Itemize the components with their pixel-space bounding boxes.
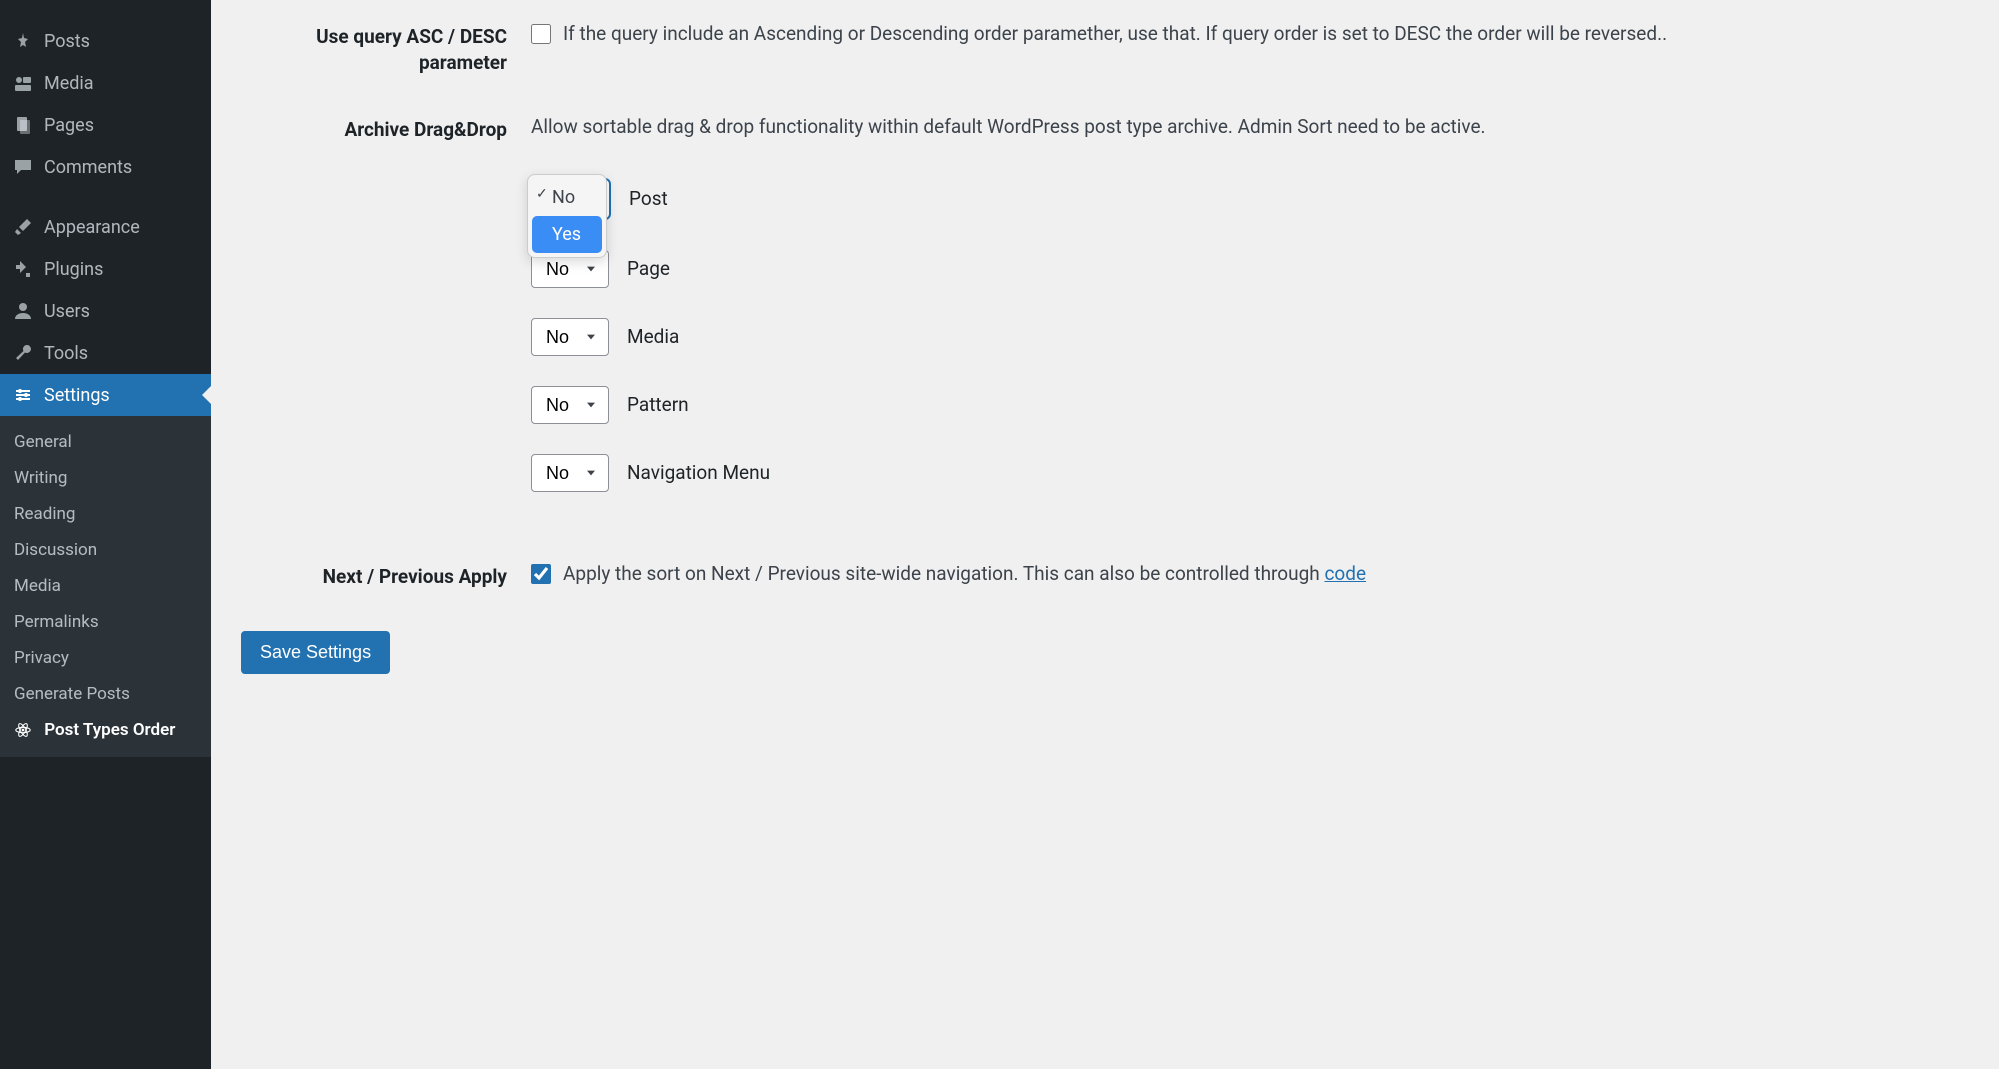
select-post-options: No Yes bbox=[527, 174, 607, 258]
desc-archive: Allow sortable drag & drop functionality… bbox=[531, 113, 1969, 142]
checkbox-query-param[interactable] bbox=[531, 24, 551, 44]
menu-label: Settings bbox=[44, 385, 110, 406]
submenu-writing[interactable]: Writing bbox=[0, 460, 211, 496]
plugin-icon bbox=[12, 258, 34, 280]
media-icon bbox=[12, 72, 34, 94]
menu-label: Media bbox=[44, 73, 94, 94]
label-next-prev: Next / Previous Apply bbox=[241, 560, 531, 590]
submenu-reading[interactable]: Reading bbox=[0, 496, 211, 532]
option-yes[interactable]: Yes bbox=[532, 216, 602, 253]
comment-icon bbox=[12, 156, 34, 178]
menu-label: Pages bbox=[44, 115, 94, 136]
atom-icon bbox=[14, 721, 34, 741]
row-next-prev: Next / Previous Apply Apply the sort on … bbox=[241, 560, 1969, 590]
settings-submenu: General Writing Reading Discussion Media… bbox=[0, 416, 211, 757]
page-icon bbox=[12, 114, 34, 136]
wrench-icon bbox=[12, 342, 34, 364]
desc-next-prev: Apply the sort on Next / Previous site-w… bbox=[563, 560, 1969, 589]
submenu-permalinks[interactable]: Permalinks bbox=[0, 604, 211, 640]
brush-icon bbox=[12, 216, 34, 238]
archive-item-media: No Media bbox=[531, 318, 1969, 356]
menu-appearance[interactable]: Appearance bbox=[0, 206, 211, 248]
select-pattern[interactable]: No bbox=[531, 386, 609, 424]
admin-sidebar: Posts Media Pages Comments Appearance Pl… bbox=[0, 0, 211, 1069]
menu-posts[interactable]: Posts bbox=[0, 20, 211, 62]
label-post: Post bbox=[629, 185, 668, 214]
row-query-param: Use query ASC / DESC parameter If the qu… bbox=[241, 20, 1969, 75]
menu-settings[interactable]: Settings bbox=[0, 374, 211, 416]
menu-plugins[interactable]: Plugins bbox=[0, 248, 211, 290]
menu-label: Comments bbox=[44, 157, 132, 178]
user-icon bbox=[12, 300, 34, 322]
menu-tools[interactable]: Tools bbox=[0, 332, 211, 374]
archive-item-navmenu: No Navigation Menu bbox=[531, 454, 1969, 492]
label-page: Page bbox=[627, 255, 670, 284]
archive-item-page: No Page bbox=[531, 250, 1969, 288]
settings-icon bbox=[12, 384, 34, 406]
main-content: Use query ASC / DESC parameter If the qu… bbox=[211, 0, 1999, 1069]
menu-label: Posts bbox=[44, 31, 90, 52]
option-no[interactable]: No bbox=[532, 179, 602, 216]
pin-icon bbox=[12, 30, 34, 52]
menu-label: Users bbox=[44, 301, 90, 322]
row-archive-dragdrop: Archive Drag&Drop Allow sortable drag & … bbox=[241, 113, 1969, 522]
submenu-generate-posts[interactable]: Generate Posts bbox=[0, 676, 211, 712]
menu-comments[interactable]: Comments bbox=[0, 146, 211, 188]
submenu-discussion[interactable]: Discussion bbox=[0, 532, 211, 568]
label-pattern: Pattern bbox=[627, 391, 689, 420]
menu-label: Tools bbox=[44, 343, 88, 364]
label-archive: Archive Drag&Drop bbox=[241, 113, 531, 143]
label-navmenu: Navigation Menu bbox=[627, 459, 770, 488]
submenu-post-types-order[interactable]: Post Types Order bbox=[0, 712, 211, 749]
checkbox-next-prev[interactable] bbox=[531, 564, 551, 584]
desc-query-param: If the query include an Ascending or Des… bbox=[563, 20, 1969, 49]
submenu-general[interactable]: General bbox=[0, 424, 211, 460]
select-media[interactable]: No bbox=[531, 318, 609, 356]
archive-item-post: No Yes Post bbox=[531, 178, 1969, 220]
select-navmenu[interactable]: No bbox=[531, 454, 609, 492]
link-code[interactable]: code bbox=[1324, 562, 1366, 585]
menu-users[interactable]: Users bbox=[0, 290, 211, 332]
save-settings-button[interactable]: Save Settings bbox=[241, 631, 390, 674]
submenu-media[interactable]: Media bbox=[0, 568, 211, 604]
label-query-param: Use query ASC / DESC parameter bbox=[241, 20, 531, 75]
archive-item-pattern: No Pattern bbox=[531, 386, 1969, 424]
menu-pages[interactable]: Pages bbox=[0, 104, 211, 146]
label-media: Media bbox=[627, 323, 679, 352]
submenu-privacy[interactable]: Privacy bbox=[0, 640, 211, 676]
menu-label: Plugins bbox=[44, 259, 103, 280]
menu-label: Appearance bbox=[44, 217, 140, 238]
menu-media[interactable]: Media bbox=[0, 62, 211, 104]
